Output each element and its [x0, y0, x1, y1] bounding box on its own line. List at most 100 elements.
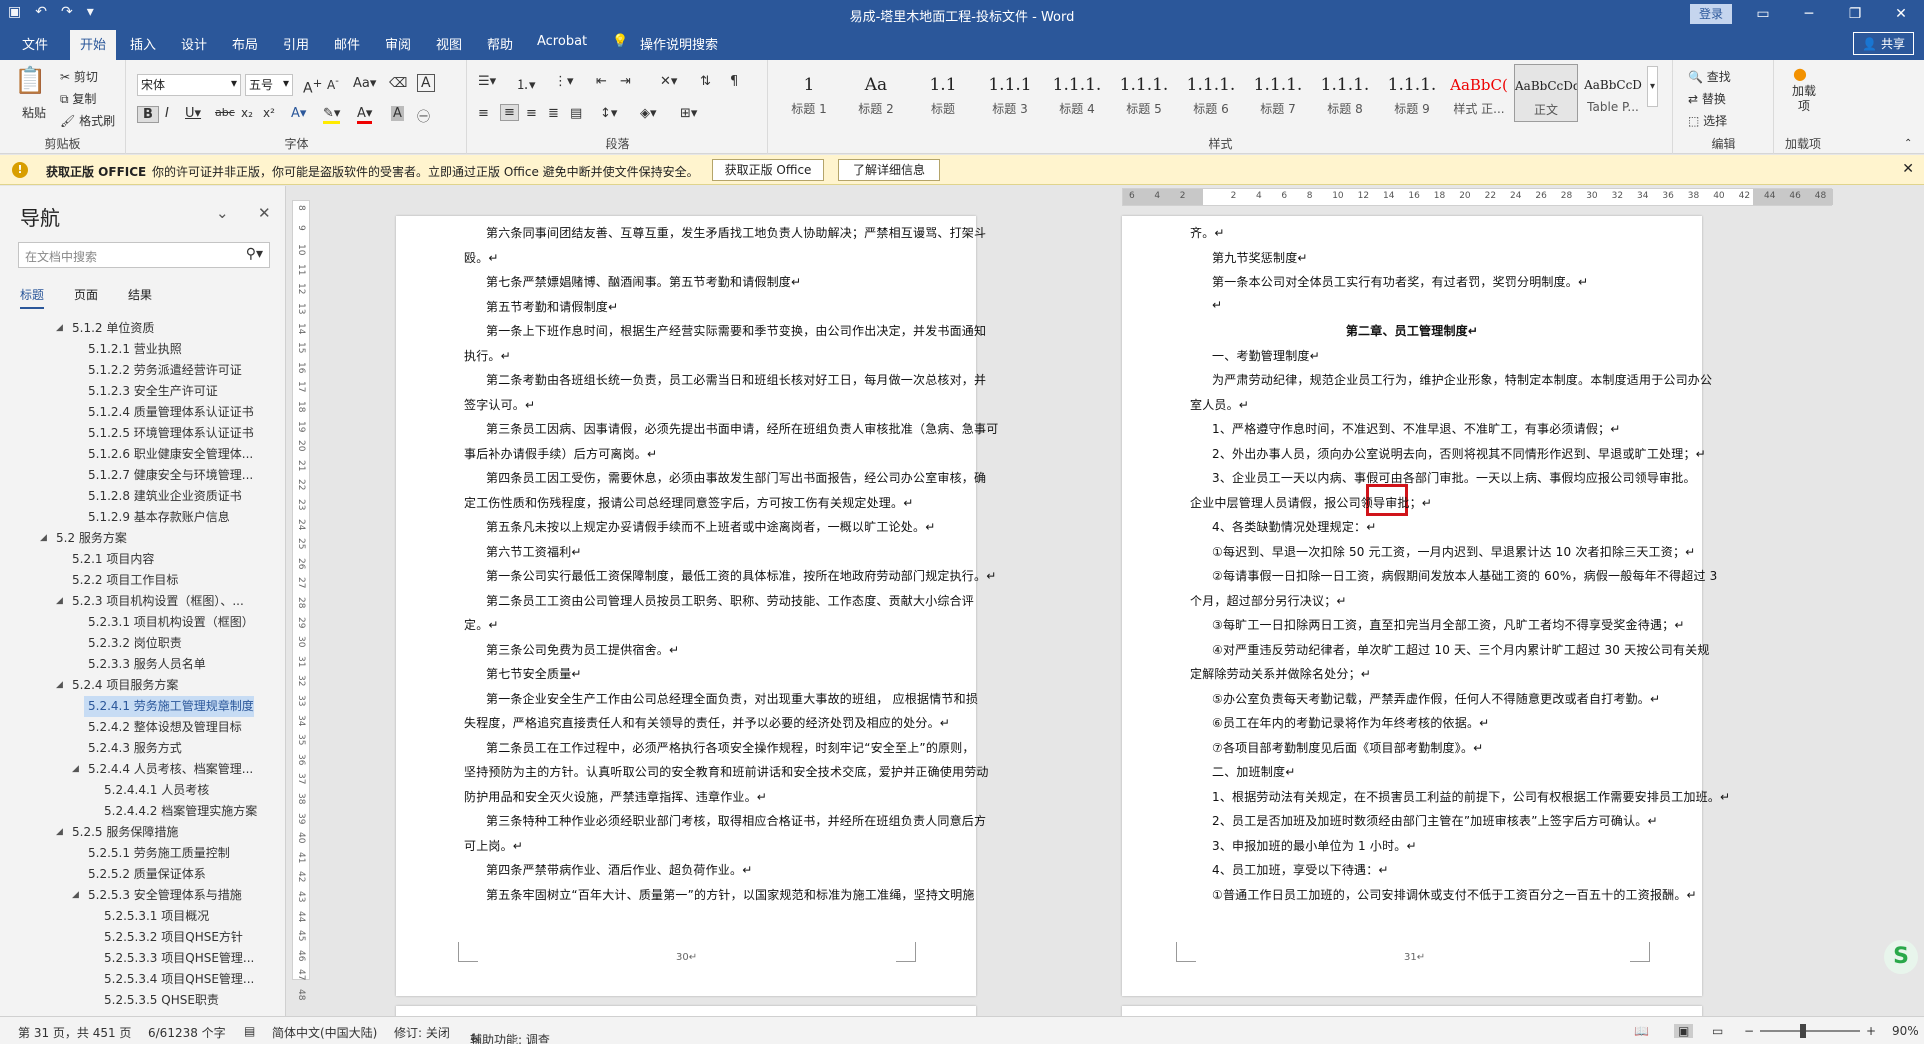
- style-item[interactable]: AaBbCcDd 正文: [1514, 64, 1578, 122]
- document-line[interactable]: 防护用品和安全灭火设施，严禁违章指挥、违章作业。↵: [464, 788, 767, 805]
- document-line[interactable]: 第二条考勤由各班组长统一负责，员工必需当日和班组长核对好工日，每月做一次总核对，…: [486, 371, 986, 388]
- style-item[interactable]: 1.1.1. 标题 8: [1313, 64, 1377, 122]
- style-item[interactable]: 1.1 标题: [911, 64, 975, 122]
- expand-triangle-icon[interactable]: ◢: [56, 318, 63, 339]
- tab-insert[interactable]: 插入: [130, 34, 156, 53]
- restore-icon[interactable]: ❐: [1832, 0, 1878, 28]
- strikethrough-icon[interactable]: abc: [215, 106, 235, 119]
- document-line[interactable]: 4、员工加班，享受以下待遇：↵: [1212, 861, 1389, 878]
- document-line[interactable]: 定。↵: [464, 616, 499, 633]
- nav-tab-results[interactable]: 结果: [128, 286, 152, 309]
- style-item[interactable]: 1.1.1. 标题 5: [1112, 64, 1176, 122]
- document-line[interactable]: 第二章、员工管理制度↵: [1122, 322, 1702, 339]
- nav-heading-item[interactable]: 5.1.2.7 健康安全与环境管理...: [0, 465, 270, 486]
- tab-mailings[interactable]: 邮件: [334, 34, 360, 53]
- nav-heading-item[interactable]: 5.2.3.2 岗位职责: [0, 633, 270, 654]
- italic-icon[interactable]: I: [165, 106, 169, 121]
- document-line[interactable]: 失程度，严格追究直接责任人和有关领导的责任，并予以必要的经济处罚及相应的处分。↵: [464, 714, 950, 731]
- tab-home[interactable]: 开始: [70, 30, 117, 60]
- document-line[interactable]: 第七节安全质量↵: [486, 665, 582, 682]
- document-line[interactable]: 第五节考勤和请假制度↵: [486, 298, 618, 315]
- nav-heading-item[interactable]: 5.1.2.3 安全生产许可证: [0, 381, 270, 402]
- zoom-out-icon[interactable]: −: [1744, 1024, 1754, 1038]
- bold-icon[interactable]: B: [137, 106, 159, 123]
- nav-heading-item[interactable]: ◢ 5.2.4.4 人员考核、档案管理...: [0, 759, 270, 780]
- nav-heading-item[interactable]: ◢ 5.2.4 项目服务方案: [0, 675, 270, 696]
- nav-heading-item[interactable]: 5.2.5.3.4 项目QHSE管理...: [0, 969, 270, 990]
- document-line[interactable]: ⑦各项目部考勤制度见后面《项目部考勤制度》。↵: [1212, 739, 1483, 756]
- document-line[interactable]: 事后补办请假手续）后方可离岗。↵: [464, 445, 657, 462]
- cut-button[interactable]: ✂ 剪切: [60, 68, 98, 85]
- close-info-bar-icon[interactable]: ✕: [1902, 161, 1914, 177]
- document-line[interactable]: 3、企业员工一天以内病、事假可由各部门审批。一天以上病、事假均应报公司领导审批。: [1212, 469, 1696, 486]
- underline-icon[interactable]: U▾: [185, 106, 201, 121]
- document-line[interactable]: 第四条严禁带病作业、酒后作业、超负荷作业。↵: [486, 861, 752, 878]
- close-icon[interactable]: ✕: [1878, 0, 1924, 28]
- nav-heading-item[interactable]: 5.2.5.1 劳务施工质量控制: [0, 843, 270, 864]
- document-line[interactable]: 签字认可。↵: [464, 396, 535, 413]
- nav-heading-item[interactable]: 5.2.3.3 服务人员名单: [0, 654, 270, 675]
- shading-icon[interactable]: ◈▾: [640, 106, 657, 121]
- nav-heading-item[interactable]: 5.2.4.3 服务方式: [0, 738, 270, 759]
- track-changes[interactable]: 修订: 关闭: [394, 1024, 450, 1041]
- document-line[interactable]: 1、严格遵守作息时间，不准迟到、不准早退、不准旷工，有事必须请假；↵: [1212, 420, 1621, 437]
- align-center-icon[interactable]: ≡: [500, 104, 519, 121]
- nav-heading-item[interactable]: ◢ 5.2.5.3 安全管理体系与措施: [0, 885, 270, 906]
- get-genuine-office-button[interactable]: 获取正版 Office: [712, 159, 824, 181]
- document-line[interactable]: 第九节奖惩制度↵: [1212, 249, 1308, 266]
- document-line[interactable]: ⑤办公室负责每天考勤记载，严禁弄虚作假，任何人不得随意更改或者自打考勤。↵: [1212, 690, 1660, 707]
- style-item[interactable]: AaBbC(样式 正...: [1447, 64, 1511, 122]
- style-item[interactable]: 1.1.1. 标题 9: [1380, 64, 1444, 122]
- highlight-icon[interactable]: ✎▾: [323, 106, 341, 124]
- style-item[interactable]: 1.1.1 标题 3: [978, 64, 1042, 122]
- multilevel-list-icon[interactable]: ⋮▾: [554, 74, 574, 89]
- tab-design[interactable]: 设计: [181, 34, 207, 53]
- share-button[interactable]: 👤 共享: [1853, 32, 1914, 55]
- enclose-char-icon[interactable]: ㊀: [417, 106, 430, 125]
- document-line[interactable]: 第五条凡未按以上规定办妥请假手续而不上班者或中途离岗者，一概以旷工论处。↵: [486, 518, 935, 535]
- language[interactable]: 简体中文(中国大陆): [272, 1024, 377, 1041]
- zoom-level[interactable]: 90%: [1892, 1024, 1919, 1038]
- document-line[interactable]: ③每旷工一日扣除两日工资，直至扣完当月全部工资，凡旷工者均不得享受奖金待遇；↵: [1212, 616, 1685, 633]
- document-line[interactable]: ⑥员工在年内的考勤记录将作为年终考核的依据。↵: [1212, 714, 1489, 731]
- paste-icon[interactable]: 📋: [14, 66, 46, 96]
- bullets-icon[interactable]: ☰▾: [478, 74, 496, 89]
- document-line[interactable]: ①每迟到、早退一次扣除 50 元工资，一月内迟到、早退累计达 10 次者扣除三天…: [1212, 543, 1695, 560]
- document-line[interactable]: 定解除劳动关系并做除名处分；↵: [1190, 665, 1371, 682]
- document-line[interactable]: 第五条牢固树立“百年大计、质量第一”的方针，以国家规范和标准为施工准绳，坚持文明…: [486, 886, 975, 903]
- document-line[interactable]: ↵: [1212, 298, 1222, 312]
- font-size-select[interactable]: 五号 ▾: [245, 74, 293, 96]
- document-line[interactable]: 第二条员工在工作过程中，必须严格执行各项安全操作规程，时刻牢记“安全至上”的原则…: [486, 739, 975, 756]
- nav-heading-item[interactable]: 5.2.4.4.2 档案管理实施方案: [0, 801, 270, 822]
- nav-heading-item[interactable]: 5.2.4.2 整体设想及管理目标: [0, 717, 270, 738]
- grow-font-icon[interactable]: A+: [303, 76, 322, 97]
- nav-heading-item[interactable]: 5.1.2.5 环境管理体系认证证书: [0, 423, 270, 444]
- nav-heading-item[interactable]: 5.2.5.3.1 项目概况: [0, 906, 270, 927]
- tab-help[interactable]: 帮助: [487, 34, 513, 53]
- expand-triangle-icon[interactable]: ◢: [56, 822, 63, 843]
- addin-icon[interactable]: ●: [1793, 64, 1807, 83]
- proofing-icon[interactable]: ▤: [244, 1024, 255, 1038]
- nav-heading-item[interactable]: 5.1.2.8 建筑业企业资质证书: [0, 486, 270, 507]
- document-line[interactable]: 第一条本公司对全体员工实行有功者奖，有过者罚，奖罚分明制度。↵: [1212, 273, 1588, 290]
- expand-triangle-icon[interactable]: ◢: [56, 675, 63, 696]
- expand-triangle-icon[interactable]: ◢: [72, 885, 79, 906]
- find-button[interactable]: 🔍 查找: [1688, 68, 1731, 85]
- document-line[interactable]: 定工伤性质和伤残程度，报请公司总经理同意签字后，方可按工伤有关规定处理。↵: [464, 494, 913, 511]
- nav-heading-item[interactable]: 5.2.1 项目内容: [0, 549, 270, 570]
- superscript-icon[interactable]: x²: [263, 106, 275, 120]
- document-line[interactable]: 个月，超过部分另行决议；↵: [1190, 592, 1347, 609]
- zoom-slider-thumb[interactable]: [1800, 1024, 1806, 1038]
- distribute-icon[interactable]: ▤: [570, 106, 582, 121]
- document-line[interactable]: 执行。↵: [464, 347, 511, 364]
- word-count[interactable]: 6/61238 个字: [148, 1024, 226, 1041]
- document-line[interactable]: 2、员工是否加班及加班时数须经由部门主管在”加班审核表”上签字后方可确认。↵: [1212, 812, 1658, 829]
- document-line[interactable]: 第一条上下班作息时间，根据生产经营实际需要和季节变换，由公司作出决定，并发书面通…: [486, 322, 986, 339]
- text-effects-icon[interactable]: A▾: [291, 106, 306, 121]
- nav-heading-item[interactable]: 5.2.5.3.5 QHSE职责: [0, 990, 270, 1011]
- document-line[interactable]: 3、申报加班的最小单位为 1 小时。↵: [1212, 837, 1417, 854]
- collapse-ribbon-icon[interactable]: ⌃: [1904, 138, 1912, 149]
- char-shading-icon[interactable]: A: [391, 106, 404, 121]
- document-line[interactable]: 一、考勤管理制度↵: [1212, 347, 1320, 364]
- font-name-select[interactable]: 宋体 ▾: [137, 74, 241, 96]
